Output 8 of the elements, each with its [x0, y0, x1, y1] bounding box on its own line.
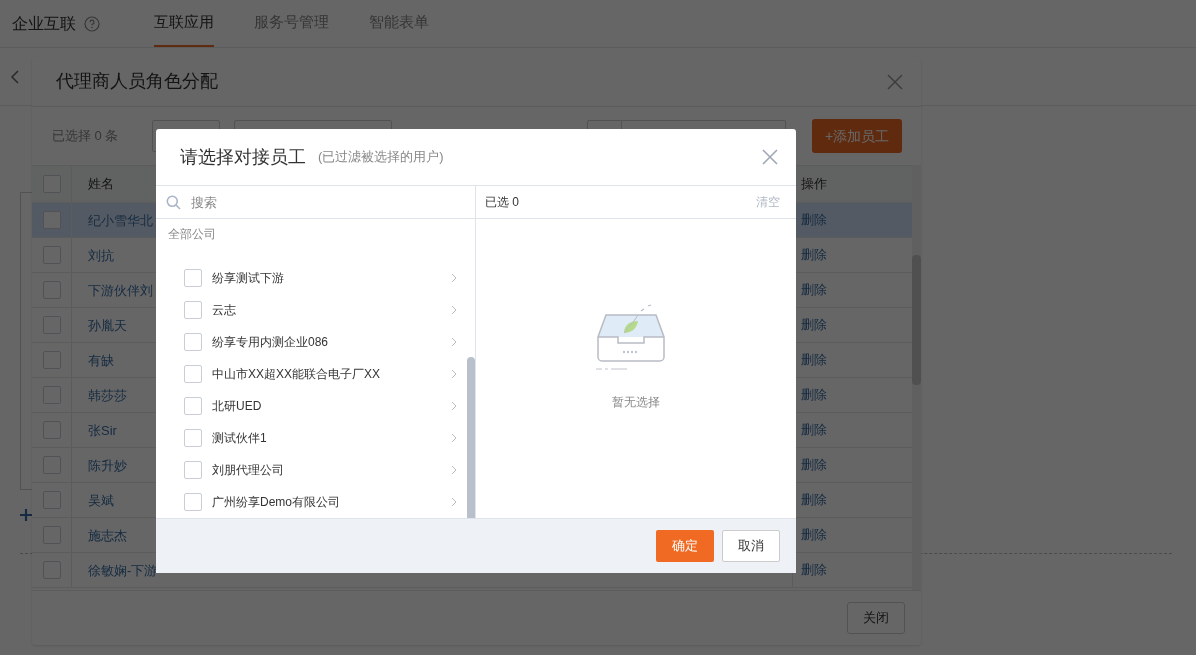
page-title: 企业互联 — [12, 13, 76, 34]
dialog-subtitle: (已过滤被选择的用户) — [318, 148, 444, 167]
column-header: 姓名 — [87, 175, 115, 194]
group-label: 全部公司 — [167, 226, 217, 243]
selected-count: 已选 0 — [485, 194, 519, 211]
dialog-title: 代理商人员角色分配 — [56, 70, 218, 93]
dialog-title: 请选择对接员工 — [180, 145, 306, 169]
empty-text: 暂无选择 — [612, 394, 660, 411]
